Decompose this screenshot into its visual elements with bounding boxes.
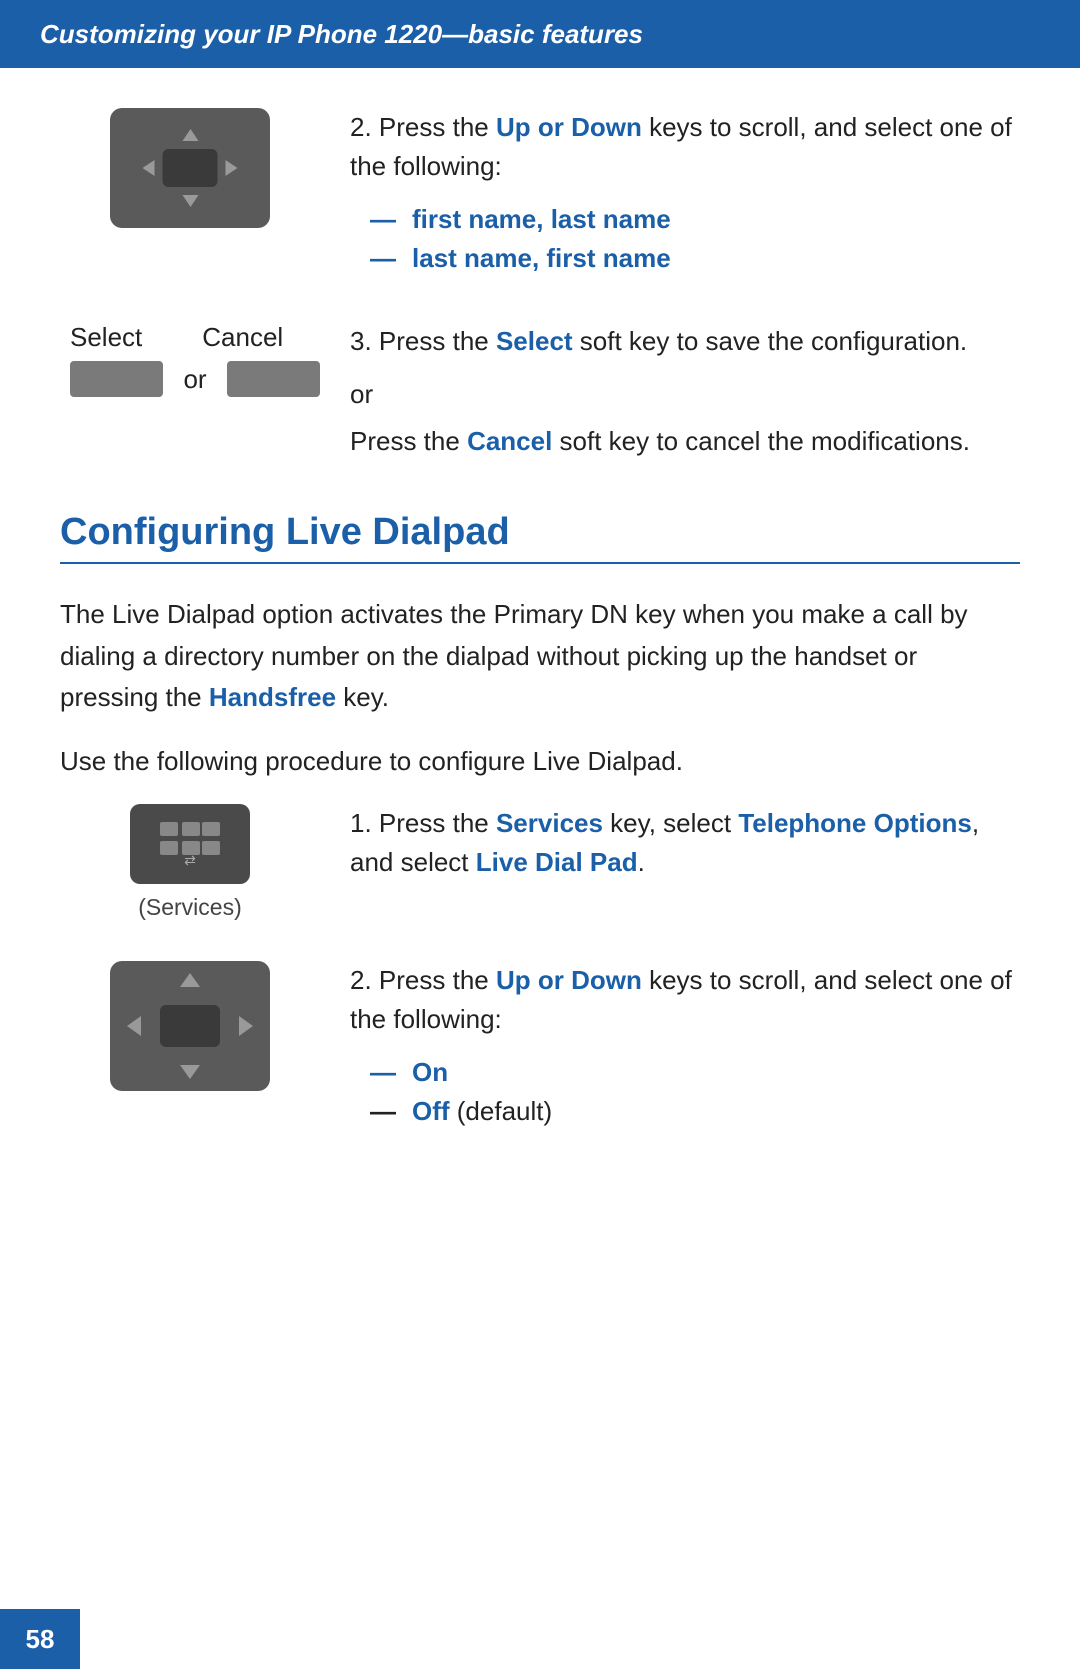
header-title: Customizing your IP Phone 1220—basic fea… (40, 19, 643, 49)
services-step-row: ⇄ (Services) 1. Press the Services key, … (60, 804, 1020, 921)
step2-text-col: 2. Press the Up or Down keys to scroll, … (320, 108, 1020, 282)
option-on: — On (370, 1057, 1020, 1088)
step3-text-col: 3. Press the Select soft key to save the… (320, 322, 1020, 461)
right-arrow-icon (226, 160, 238, 176)
services-key-img: ⇄ (130, 804, 250, 884)
step1-text-col: 1. Press the Services key, select Teleph… (320, 804, 1020, 900)
description-2: Use the following procedure to configure… (60, 741, 1020, 783)
step2b-text-col: 2. Press the Up or Down keys to scroll, … (320, 961, 1020, 1135)
up-arrow-icon (182, 129, 198, 141)
step2-section: 2. Press the Up or Down keys to scroll, … (60, 108, 1020, 282)
dialpad-step2-row: 2. Press the Up or Down keys to scroll, … (60, 961, 1020, 1135)
center-btn (163, 149, 218, 187)
nav-widget (110, 108, 270, 228)
footer: 58 (0, 1609, 1080, 1669)
description-1: The Live Dialpad option activates the Pr… (60, 594, 1020, 719)
or-text: or (183, 364, 206, 395)
nav-arrows (139, 125, 242, 211)
nav-image-col (60, 108, 320, 248)
down-arrow-icon (182, 195, 198, 207)
nav2-center-btn (160, 1005, 220, 1047)
cancel-label: Cancel (202, 322, 283, 353)
step3-text: 3. Press the Select soft key to save the… (350, 322, 1020, 361)
nav2-left-arrow (127, 1016, 141, 1036)
option-last-name: — last name, first name (370, 243, 1020, 274)
softkey-row: or (60, 361, 320, 397)
left-arrow-icon (143, 160, 155, 176)
option-first-name: — first name, last name (370, 204, 1020, 235)
softkey-labels: Select Cancel (60, 322, 320, 353)
option-off: — Off (default) (370, 1096, 1020, 1127)
cancel-instruction: Press the Cancel soft key to cancel the … (350, 422, 1020, 461)
select-label: Select (70, 322, 142, 353)
or-line: or (350, 379, 1020, 410)
svg-text:⇄: ⇄ (184, 852, 196, 868)
select-softkey-img (70, 361, 163, 397)
nav-widget-2 (110, 961, 270, 1091)
page-number-box: 58 (0, 1609, 80, 1669)
nav-wheel-col (60, 961, 320, 1101)
softkeys-col: Select Cancel or (60, 322, 320, 397)
services-key-icon: ⇄ (155, 817, 225, 872)
step2-text: 2. Press the Up or Down keys to scroll, … (350, 108, 1020, 186)
nav-inner-2 (125, 971, 255, 1081)
step2b-text: 2. Press the Up or Down keys to scroll, … (350, 961, 1020, 1039)
section-heading: Configuring Live Dialpad (60, 511, 1020, 564)
step3-section: Select Cancel or 3. Press the Select sof… (60, 322, 1020, 461)
nav2-down-arrow (180, 1065, 200, 1079)
page-content: 2. Press the Up or Down keys to scroll, … (0, 108, 1080, 1235)
nav2-up-arrow (180, 973, 200, 987)
page-number: 58 (26, 1624, 55, 1655)
header-bar: Customizing your IP Phone 1220—basic fea… (0, 0, 1080, 68)
step1-text: 1. Press the Services key, select Teleph… (350, 804, 1020, 882)
services-caption: (Services) (138, 894, 242, 921)
services-key-col: ⇄ (Services) (60, 804, 320, 921)
nav2-right-arrow (239, 1016, 253, 1036)
cancel-softkey-img (227, 361, 320, 397)
